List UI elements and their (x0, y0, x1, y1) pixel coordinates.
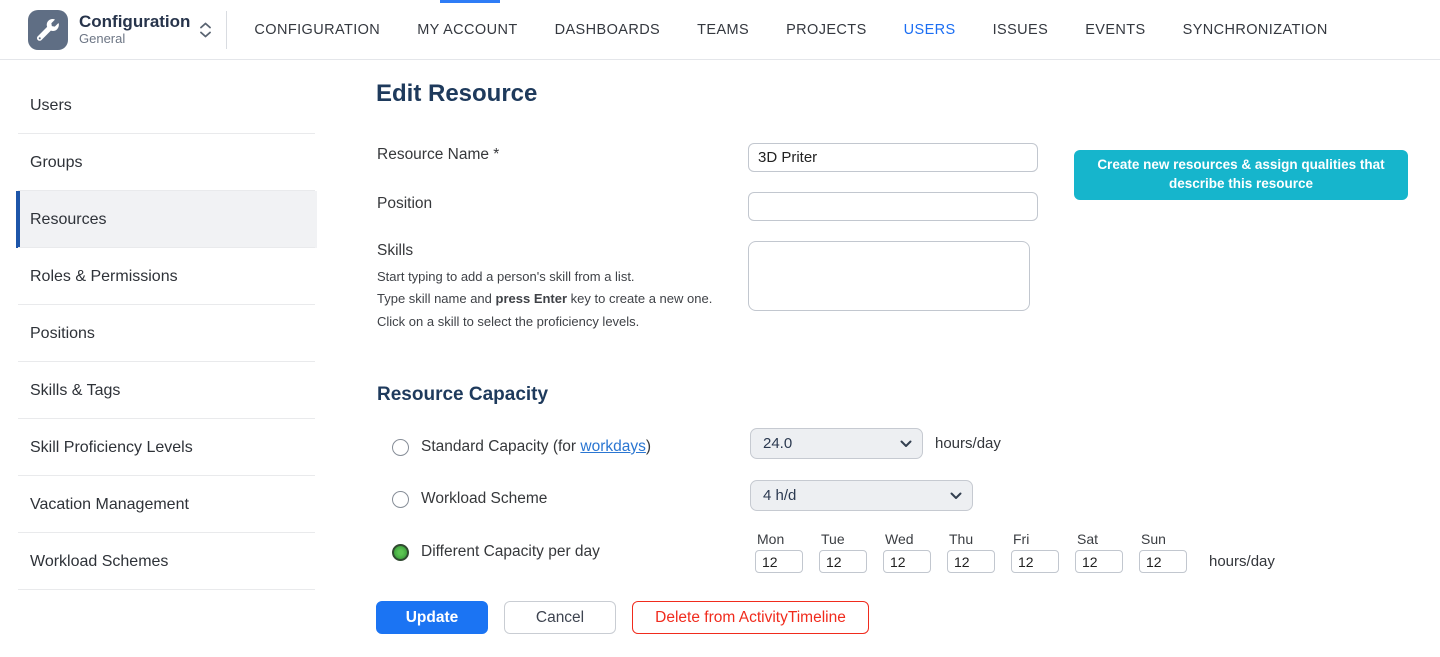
header-divider (226, 11, 227, 49)
per-day-capacity-option: Different Capacity per day (392, 543, 600, 561)
workload-scheme-option: Workload Scheme (392, 490, 547, 508)
day-column-mon: Mon (755, 531, 803, 573)
wrench-icon (37, 19, 59, 41)
brand-title: Configuration (79, 12, 190, 32)
standard-capacity-label: Standard Capacity (for workdays) (421, 438, 651, 456)
day-label-sat: Sat (1075, 531, 1123, 547)
day-column-tue: Tue (819, 531, 867, 573)
workload-scheme-label: Workload Scheme (421, 490, 547, 508)
app-logo (28, 10, 68, 50)
sidebar-item-workload-schemes[interactable]: Workload Schemes (16, 533, 317, 590)
day-label-thu: Thu (947, 531, 995, 547)
app-window: Configuration General CONFIGURATION MY A… (0, 0, 1440, 657)
settings-sidebar: Users Groups Resources Roles & Permissio… (0, 60, 317, 657)
delete-button[interactable]: Delete from ActivityTimeline (632, 601, 869, 634)
sidebar-item-vacation-management[interactable]: Vacation Management (16, 476, 317, 533)
sidebar-item-roles-permissions[interactable]: Roles & Permissions (16, 248, 317, 305)
sidebar-item-skills-tags[interactable]: Skills & Tags (16, 362, 317, 419)
per-day-capacity-unit: hours/day (1209, 553, 1275, 573)
day-label-sun: Sun (1139, 531, 1187, 547)
nav-users[interactable]: USERS (904, 22, 956, 38)
day-input-wed[interactable] (883, 550, 931, 573)
standard-capacity-radio[interactable] (392, 439, 409, 456)
top-header: Configuration General CONFIGURATION MY A… (0, 0, 1440, 60)
day-column-thu: Thu (947, 531, 995, 573)
day-input-sat[interactable] (1075, 550, 1123, 573)
nav-projects[interactable]: PROJECTS (786, 22, 867, 38)
create-resources-promo-button[interactable]: Create new resources & assign qualities … (1074, 150, 1408, 200)
resource-name-input[interactable] (748, 143, 1038, 172)
nav-synchronization[interactable]: SYNCHRONIZATION (1183, 22, 1328, 38)
nav-issues[interactable]: ISSUES (993, 22, 1049, 38)
position-input[interactable] (748, 192, 1038, 221)
per-day-capacity-radio[interactable] (392, 544, 409, 561)
day-label-tue: Tue (819, 531, 867, 547)
day-label-fri: Fri (1011, 531, 1059, 547)
skills-help-line-2: Type skill name and press Enter key to c… (377, 288, 737, 310)
resource-name-label: Resource Name * (377, 146, 499, 164)
sidebar-item-groups[interactable]: Groups (16, 134, 317, 191)
sidebar-item-skill-proficiency-levels[interactable]: Skill Proficiency Levels (16, 419, 317, 476)
day-column-fri: Fri (1011, 531, 1059, 573)
day-input-mon[interactable] (755, 550, 803, 573)
select-chevron-icon (900, 440, 912, 448)
select-chevron-icon (950, 492, 962, 500)
workspace-switcher[interactable] (200, 22, 211, 38)
day-input-sun[interactable] (1139, 550, 1187, 573)
brand-subtitle: General (79, 32, 190, 47)
chevron-up-icon (200, 22, 211, 29)
day-input-thu[interactable] (947, 550, 995, 573)
per-day-capacity-grid: Mon Tue Wed Thu Fri Sat Sun hours/day (755, 531, 1275, 573)
skills-help-text: Start typing to add a person's skill fro… (377, 266, 737, 333)
per-day-capacity-label: Different Capacity per day (421, 543, 600, 561)
app-brand: Configuration General (0, 10, 211, 50)
skills-label: Skills (377, 242, 737, 260)
position-label: Position (377, 195, 432, 213)
day-input-tue[interactable] (819, 550, 867, 573)
skills-help-line-1: Start typing to add a person's skill fro… (377, 266, 737, 288)
day-input-fri[interactable] (1011, 550, 1059, 573)
standard-capacity-select-value: 24.0 (763, 435, 792, 452)
standard-capacity-select[interactable]: 24.0 (750, 428, 923, 459)
day-column-sun: Sun (1139, 531, 1187, 573)
skills-label-block: Skills Start typing to add a person's sk… (377, 242, 737, 333)
day-column-sat: Sat (1075, 531, 1123, 573)
day-label-wed: Wed (883, 531, 931, 547)
resource-capacity-heading: Resource Capacity (377, 384, 548, 406)
workdays-link[interactable]: workdays (580, 438, 645, 455)
standard-capacity-unit: hours/day (935, 435, 1001, 452)
page-title: Edit Resource (376, 80, 537, 108)
workload-scheme-radio[interactable] (392, 491, 409, 508)
sidebar-item-users[interactable]: Users (16, 77, 317, 134)
page-load-progress-bar (440, 0, 500, 3)
update-button[interactable]: Update (376, 601, 488, 634)
cancel-button[interactable]: Cancel (504, 601, 616, 634)
workload-scheme-select-value: 4 h/d (763, 487, 796, 504)
nav-teams[interactable]: TEAMS (697, 22, 749, 38)
nav-my-account[interactable]: MY ACCOUNT (417, 22, 517, 38)
top-navigation: CONFIGURATION MY ACCOUNT DASHBOARDS TEAM… (254, 22, 1327, 38)
nav-dashboards[interactable]: DASHBOARDS (555, 22, 661, 38)
form-actions: Update Cancel Delete from ActivityTimeli… (376, 601, 869, 634)
skills-input[interactable] (748, 241, 1030, 311)
standard-capacity-option: Standard Capacity (for workdays) (392, 438, 651, 456)
sidebar-item-resources[interactable]: Resources (16, 191, 317, 248)
skills-help-line-3: Click on a skill to select the proficien… (377, 311, 737, 333)
nav-events[interactable]: EVENTS (1085, 22, 1145, 38)
sidebar-item-positions[interactable]: Positions (16, 305, 317, 362)
workload-scheme-select[interactable]: 4 h/d (750, 480, 973, 511)
brand-text: Configuration General (79, 12, 190, 46)
day-label-mon: Mon (755, 531, 803, 547)
day-column-wed: Wed (883, 531, 931, 573)
chevron-down-icon (200, 31, 211, 38)
nav-configuration[interactable]: CONFIGURATION (254, 22, 380, 38)
sidebar-list: Users Groups Resources Roles & Permissio… (16, 60, 317, 590)
